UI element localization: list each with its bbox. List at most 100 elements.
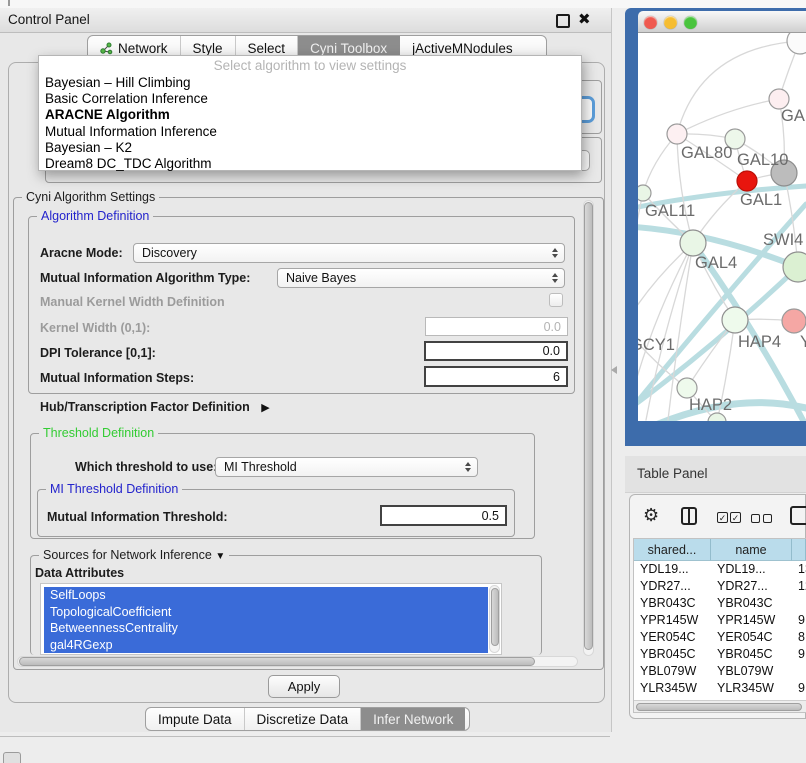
tab-infer-network[interactable]: Infer Network: [361, 708, 465, 730]
algorithm-option-dream8-dc-tdc-algorithm[interactable]: Dream8 DC_TDC Algorithm: [39, 156, 581, 172]
column-layout-icon[interactable]: [681, 507, 697, 525]
table-cell: YDL19...: [634, 561, 711, 578]
table-cell: 13: [792, 561, 806, 578]
table-cell: YER054C: [634, 629, 711, 646]
table-row[interactable]: YDR27...YDR27...12: [634, 578, 806, 595]
mi-threshold-definition-title: MI Threshold Definition: [46, 482, 182, 496]
network-node[interactable]: [722, 307, 748, 333]
dpi-tolerance-field[interactable]: 0.0: [424, 341, 568, 361]
which-threshold-value: MI Threshold: [224, 460, 297, 474]
select-all-icon[interactable]: ✓: [730, 512, 741, 523]
deselect-all-icon[interactable]: [763, 514, 772, 523]
window-edge-tick: [8, 0, 10, 6]
which-threshold-select[interactable]: MI Threshold: [215, 457, 478, 477]
tab-impute-data[interactable]: Impute Data: [146, 708, 245, 730]
node-label-gal10: GAL10: [737, 151, 788, 169]
attributes-scrollbar[interactable]: [489, 585, 500, 653]
table-cell: [792, 595, 806, 612]
dpi-tolerance-label: DPI Tolerance [0,1]:: [40, 346, 156, 360]
maximize-window-icon[interactable]: [684, 16, 697, 29]
tab-discretize-data[interactable]: Discretize Data: [245, 708, 362, 730]
table-cell: YBL079W: [634, 663, 711, 680]
aracne-mode-select[interactable]: Discovery: [133, 243, 565, 263]
network-edge: [677, 99, 779, 134]
close-window-icon[interactable]: [644, 16, 657, 29]
hub-section-toggle[interactable]: Hub/Transcription Factor Definition ▶: [40, 400, 270, 414]
sources-title-text: Sources for Network Inference: [43, 548, 212, 562]
column-header-extra[interactable]: [792, 539, 806, 561]
dropdown-prompt: Select algorithm to view settings: [39, 56, 581, 75]
table-row[interactable]: YBL079WYBL079W: [634, 663, 806, 680]
float-panel-icon[interactable]: [556, 14, 570, 28]
network-node[interactable]: [787, 33, 806, 54]
minimized-panel-icon[interactable]: [3, 752, 21, 763]
close-panel-icon[interactable]: ✖: [578, 10, 591, 28]
table-cell: YBR045C: [711, 646, 792, 663]
select-all-icon[interactable]: ✓: [717, 512, 728, 523]
algorithm-option-aracne-algorithm[interactable]: ARACNE Algorithm: [39, 107, 581, 123]
network-node[interactable]: [708, 413, 726, 421]
manual-kernel-checkbox[interactable]: [549, 293, 563, 307]
mi-type-label: Mutual Information Algorithm Type:: [40, 271, 250, 285]
attribute-item-gal4rgexp[interactable]: gal4RGexp: [44, 637, 488, 654]
table-row[interactable]: YPR145WYPR145W9.: [634, 612, 806, 629]
network-node[interactable]: [782, 309, 806, 333]
attribute-item-betweennesscentrality[interactable]: BetweennessCentrality: [44, 620, 488, 637]
column-header-shared-[interactable]: shared...: [634, 539, 711, 561]
collapse-arrow-icon[interactable]: ▼: [215, 551, 225, 562]
table-cell: YBR043C: [711, 595, 792, 612]
tab-label: Discretize Data: [257, 712, 349, 727]
mi-steps-field[interactable]: 6: [424, 366, 568, 387]
tab-label: jActiveMNodules: [412, 41, 513, 56]
scrollbar-thumb[interactable]: [19, 657, 535, 666]
node-label-hap4: HAP4: [738, 333, 781, 351]
settings-horizontal-scrollbar[interactable]: [17, 656, 578, 667]
network-canvas[interactable]: GALGAL80GAL10GAL1GAL11SWI4GAL4HAP4YGCY1H…: [638, 33, 806, 421]
minimize-window-icon[interactable]: [664, 16, 677, 29]
scrollbar-thumb[interactable]: [584, 202, 593, 650]
scrollbar-thumb[interactable]: [636, 703, 802, 711]
mi-threshold-field[interactable]: 0.5: [380, 505, 507, 526]
settings-vertical-scrollbar[interactable]: [583, 200, 594, 656]
table-row[interactable]: YDL19...YDL19...13: [634, 561, 806, 578]
settings-gear-icon[interactable]: ⚙: [643, 505, 659, 526]
network-node[interactable]: [769, 89, 789, 109]
split-pane-collapse-icon[interactable]: [611, 366, 617, 374]
table-cell: 9.: [792, 612, 806, 629]
network-window-titlebar[interactable]: [638, 11, 806, 33]
attribute-item-topologicalcoefficient[interactable]: TopologicalCoefficient: [44, 604, 488, 621]
deselect-all-icon[interactable]: [751, 514, 760, 523]
table-row[interactable]: YBR043CYBR043C: [634, 595, 806, 612]
node-label-hap2: HAP2: [689, 396, 732, 414]
table-row[interactable]: YLR345WYLR345W9.: [634, 680, 806, 697]
algorithm-option-mutual-information-inference[interactable]: Mutual Information Inference: [39, 124, 581, 140]
network-node[interactable]: [638, 185, 651, 201]
kernel-width-field[interactable]: 0.0: [425, 317, 568, 336]
algorithm-option-bayesian-k2[interactable]: Bayesian – K2: [39, 140, 581, 156]
algorithm-option-basic-correlation-inference[interactable]: Basic Correlation Inference: [39, 91, 581, 107]
apply-button[interactable]: Apply: [268, 675, 340, 698]
table-horizontal-scrollbar[interactable]: [634, 700, 806, 712]
scrollbar-thumb[interactable]: [491, 588, 499, 646]
app-root: { "control_panel": { "title": "Control P…: [0, 0, 806, 762]
attribute-item-selfloops[interactable]: SelfLoops: [44, 587, 488, 604]
table-icon[interactable]: [790, 506, 806, 525]
table-row[interactable]: YBR045CYBR045C9.: [634, 646, 806, 663]
network-node[interactable]: [667, 124, 687, 144]
tab-label: Infer Network: [373, 712, 453, 727]
manual-kernel-label: Manual Kernel Width Definition: [40, 295, 225, 309]
network-icon: [100, 42, 113, 55]
table-row[interactable]: YER054CYER054C8.: [634, 629, 806, 646]
sources-group-title[interactable]: Sources for Network Inference ▼: [39, 548, 229, 562]
mi-type-select[interactable]: Naive Bayes: [277, 268, 565, 288]
mi-steps-label: Mutual Information Steps:: [40, 371, 194, 385]
column-header-name[interactable]: name: [711, 539, 792, 561]
aracne-mode-value: Discovery: [142, 246, 197, 260]
network-node[interactable]: [677, 378, 697, 398]
network-node[interactable]: [737, 171, 757, 191]
network-node[interactable]: [680, 230, 706, 256]
table-rows: YDL19...YDL19...13YDR27...YDR27...12YBR0…: [634, 561, 806, 700]
expand-arrow-icon[interactable]: ▶: [261, 402, 269, 414]
algorithm-option-bayesian-hill-climbing[interactable]: Bayesian – Hill Climbing: [39, 75, 581, 91]
kernel-width-value: 0.0: [544, 320, 561, 334]
